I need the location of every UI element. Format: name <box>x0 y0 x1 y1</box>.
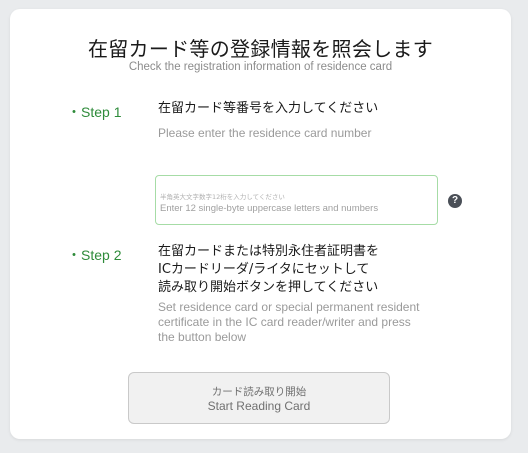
step2-description: Set residence card or special permanent … <box>158 300 419 345</box>
main-card: 在留カード等の登録情報を照会します Check the registration… <box>10 9 511 439</box>
step2-label: ・Step 2 <box>67 247 122 263</box>
start-button-label-en: Start Reading Card <box>207 399 311 413</box>
step2-description-line: Set residence card or special permanent … <box>158 300 420 314</box>
start-reading-card-button[interactable]: カード読み取り開始 Start Reading Card <box>128 372 390 424</box>
start-button-label-ja: カード読み取り開始 <box>211 386 307 398</box>
help-icon[interactable]: ? <box>448 194 462 208</box>
residence-card-number-input[interactable]: 半角英大文字数字12桁を入力してください Enter 12 single-byt… <box>155 175 438 225</box>
step2-title: 在留カードまたは特別永住者証明書を ICカードリーダ/ライタにセットして 読み取… <box>158 243 379 297</box>
step1-description: Please enter the residence card number <box>158 126 372 140</box>
step1-title: 在留カード等番号を入力してください <box>158 101 379 116</box>
step2-description-line: certificate in the IC card reader/writer… <box>158 315 411 329</box>
step2-description-line: the button below <box>158 330 247 344</box>
step2-title-line: 在留カードまたは特別永住者証明書を <box>158 244 380 259</box>
input-placeholder-en: Enter 12 single-byte uppercase letters a… <box>160 203 379 214</box>
step2-title-line: 読み取り開始ボタンを押してください <box>158 280 379 295</box>
input-placeholder-ja: 半角英大文字数字12桁を入力してください <box>160 193 285 201</box>
page-title: 在留カード等の登録情報を照会します <box>87 37 434 61</box>
page-subtitle: Check the registration information of re… <box>128 61 393 73</box>
step1-label: ・Step 1 <box>67 104 122 120</box>
step2-title-line: ICカードリーダ/ライタにセットして <box>158 262 370 277</box>
